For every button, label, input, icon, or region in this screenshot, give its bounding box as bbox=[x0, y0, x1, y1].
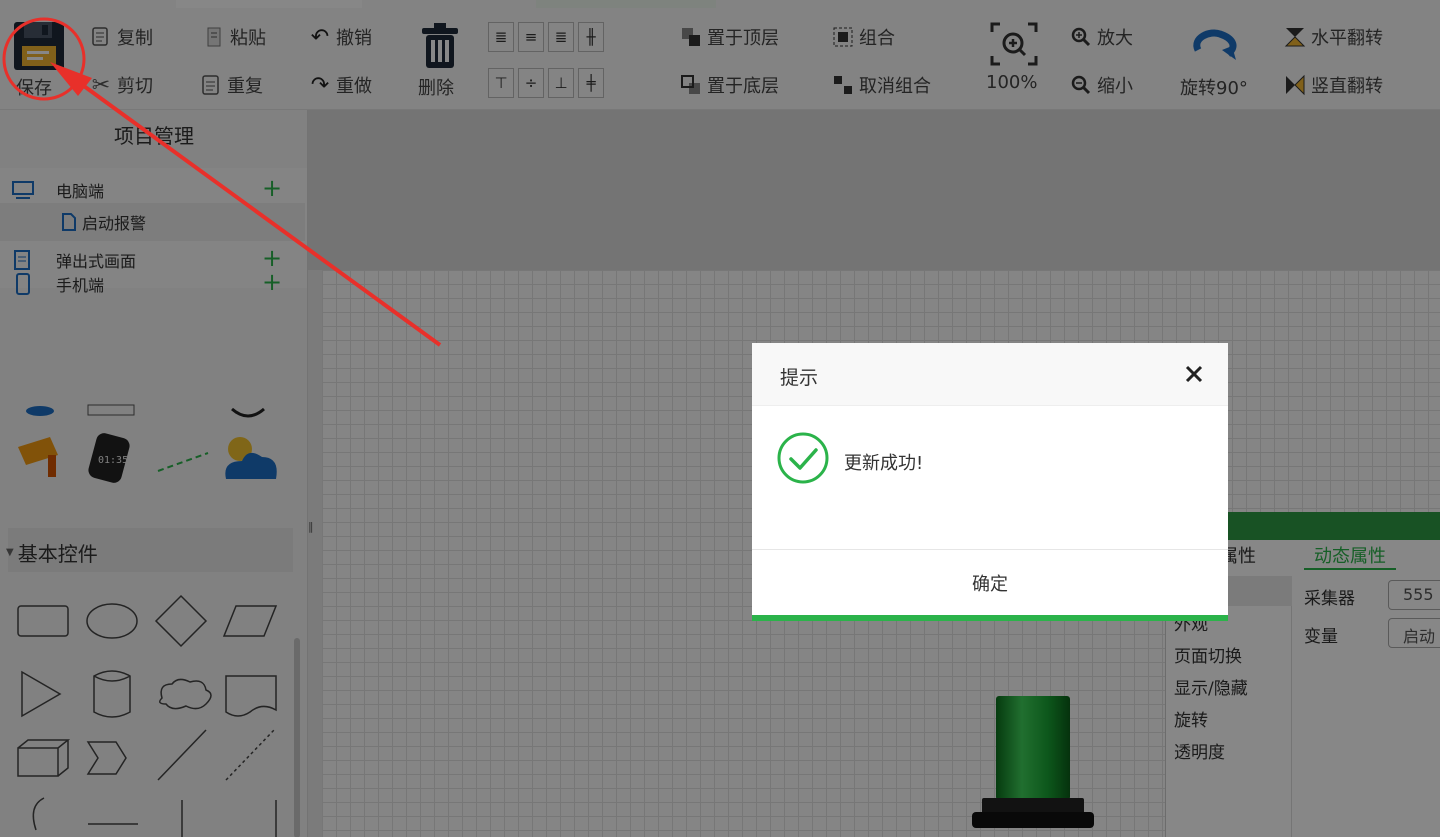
annotation-arrow-line bbox=[64, 71, 442, 347]
annotation-layer bbox=[2, 17, 442, 347]
annotation-arrowhead bbox=[50, 62, 92, 96]
